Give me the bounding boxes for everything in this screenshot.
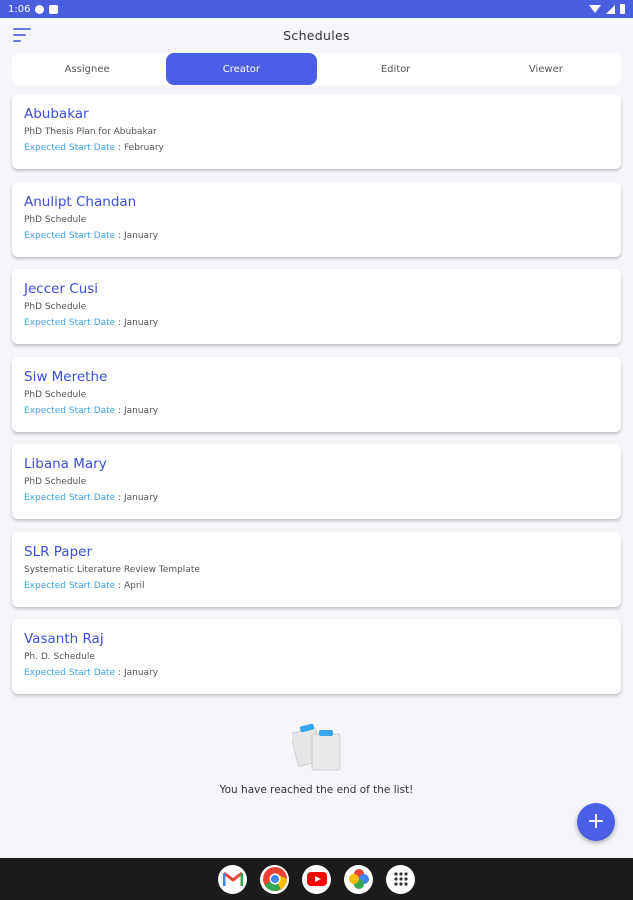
schedule-name: Jeccer Cusi (24, 281, 99, 297)
start-date-label: Expected Start Date (24, 580, 116, 591)
empty-clipboard-illustration (292, 723, 341, 771)
add-schedule-button[interactable]: + (577, 803, 615, 841)
tab-editor[interactable]: Editor (321, 53, 471, 85)
schedule-list: Abubakar PhD Thesis Plan for Abubakar Ex… (12, 94, 621, 707)
schedule-card[interactable]: Anulipt Chandan PhD Schedule Expected St… (12, 181, 621, 257)
start-date-value: April (123, 580, 145, 591)
schedule-subtitle: Ph. D. Schedule (24, 652, 95, 662)
start-date-label: Expected Start Date (24, 230, 116, 241)
schedule-name: Siw Merethe (24, 368, 108, 385)
start-date-value: January (123, 318, 159, 328)
schedule-name: Vasanth Raj (24, 631, 104, 647)
schedule-name: Libana Mary (24, 456, 107, 472)
schedule-start-date: Expected Start Date : April (24, 580, 145, 591)
schedule-card[interactable]: SLR Paper Systematic Literature Review T… (12, 531, 621, 607)
menu-icon[interactable] (13, 28, 31, 42)
schedule-name: Anulipt Chandan (24, 193, 137, 210)
wifi-icon (589, 5, 601, 13)
gmail-icon[interactable] (218, 864, 247, 894)
schedule-start-date: Expected Start Date : January (24, 668, 159, 678)
youtube-icon[interactable] (302, 864, 331, 894)
schedule-start-date: Expected Start Date : January (24, 405, 159, 416)
schedule-name: Abubakar (24, 106, 89, 122)
tab-bar: Assignee Creator Editor Viewer (12, 53, 621, 85)
signal-icon (606, 4, 615, 14)
start-date-label: Expected Start Date (24, 405, 116, 416)
start-date-label: Expected Start Date (24, 318, 116, 328)
start-date-value: January (123, 405, 159, 416)
schedule-card[interactable]: Vasanth Raj Ph. D. Schedule Expected Sta… (12, 619, 621, 694)
schedule-start-date: Expected Start Date : January (24, 493, 159, 503)
start-date-label: Expected Start Date (24, 143, 116, 153)
schedule-subtitle: PhD Thesis Plan for Abubakar (24, 127, 157, 137)
start-date-label: Expected Start Date (24, 493, 116, 503)
schedule-subtitle: PhD Schedule (24, 302, 87, 312)
schedule-start-date: Expected Start Date : January (24, 318, 159, 328)
battery-icon (620, 4, 625, 14)
schedule-subtitle: PhD Schedule (24, 389, 87, 400)
schedule-card[interactable]: Abubakar PhD Thesis Plan for Abubakar Ex… (12, 94, 621, 169)
tab-creator[interactable]: Creator (166, 53, 317, 85)
start-date-value: January (123, 230, 159, 241)
status-bar: 1:06 (0, 0, 633, 18)
schedule-subtitle: PhD Schedule (24, 214, 87, 225)
app-header: Schedules (0, 18, 633, 52)
end-of-list-message: You have reached the end of the list! (219, 784, 414, 796)
taskbar (0, 858, 633, 900)
schedule-subtitle: Systematic Literature Review Template (24, 564, 200, 575)
notification-icon (35, 4, 45, 14)
schedule-card[interactable]: Jeccer Cusi PhD Schedule Expected Start … (12, 269, 621, 344)
schedule-card[interactable]: Siw Merethe PhD Schedule Expected Start … (12, 356, 621, 432)
schedule-start-date: Expected Start Date : January (24, 230, 159, 241)
chrome-icon[interactable] (260, 864, 289, 894)
schedule-name: SLR Paper (24, 543, 92, 560)
schedule-subtitle: PhD Schedule (24, 477, 87, 487)
clipboard-icon (49, 4, 59, 14)
start-date-value: February (123, 143, 164, 153)
start-date-value: January (123, 668, 159, 678)
start-date-label: Expected Start Date (24, 668, 116, 678)
schedule-start-date: Expected Start Date : February (24, 143, 164, 153)
status-time: 1:06 (8, 3, 31, 15)
tab-assignee[interactable]: Assignee (12, 53, 162, 85)
app-drawer-icon[interactable] (386, 864, 415, 894)
start-date-value: January (123, 493, 159, 503)
schedule-card[interactable]: Libana Mary PhD Schedule Expected Start … (12, 444, 621, 519)
tab-viewer[interactable]: Viewer (471, 53, 621, 85)
photos-icon[interactable] (344, 864, 373, 894)
page-title: Schedules (283, 27, 350, 43)
